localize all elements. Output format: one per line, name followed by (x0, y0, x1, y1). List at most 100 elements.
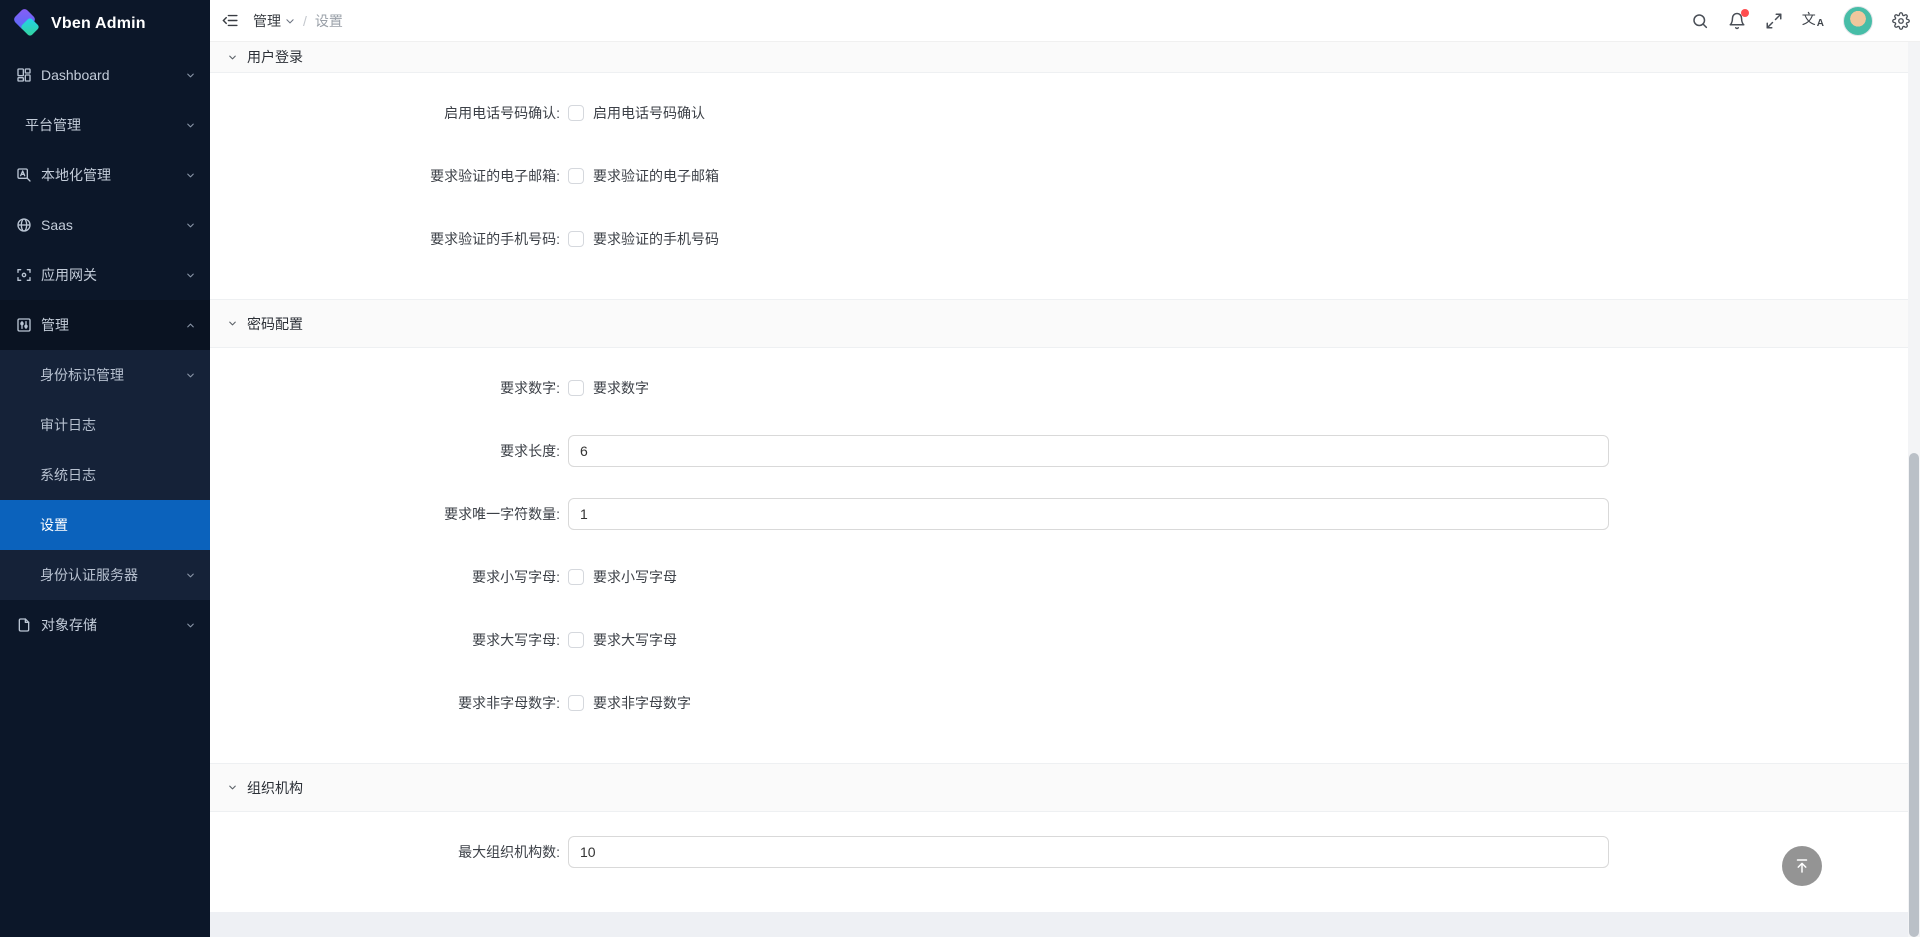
checkbox-label[interactable]: 要求数字 (593, 378, 649, 398)
section-title: 用户登录 (247, 47, 303, 67)
section-header-organization[interactable]: 组织机构 (210, 763, 1908, 812)
checkbox[interactable] (568, 380, 584, 396)
field-label: 要求验证的手机号码: (210, 229, 568, 249)
checkbox-label[interactable]: 要求小写字母 (593, 567, 677, 587)
checkbox-label[interactable]: 要求非字母数字 (593, 693, 691, 713)
bell-icon[interactable] (1728, 12, 1746, 30)
checkbox[interactable] (568, 105, 584, 121)
field-label: 要求非字母数字: (210, 693, 568, 713)
chevron-up-icon (185, 320, 196, 331)
section-header-password-config[interactable]: 密码配置 (210, 299, 1908, 348)
sidebar-item-dashboard[interactable]: Dashboard (0, 50, 210, 100)
text-input[interactable] (568, 435, 1609, 467)
sidebar-item-label: 身份认证服务器 (40, 565, 138, 585)
sidebar-item-platform-mgmt[interactable]: 平台管理 (0, 100, 210, 150)
sidebar-item-saas[interactable]: Saas (0, 200, 210, 250)
sidebar-item-audit-logs[interactable]: 审计日志 (0, 400, 210, 450)
gateway-icon (16, 267, 32, 283)
sidebar-menu: Dashboard 平台管理本地化管理 Saas 应用网关管理身份标识管理审计日志系统… (0, 48, 210, 650)
checkbox-label[interactable]: 要求验证的手机号码 (593, 229, 719, 249)
dashboard-icon (16, 67, 32, 83)
breadcrumb: 管理 / 设置 (253, 11, 343, 31)
sidebar-item-label: 本地化管理 (41, 165, 111, 185)
globe-icon (16, 217, 32, 233)
sidebar-item-system-logs[interactable]: 系统日志 (0, 450, 210, 500)
form-row: 要求验证的手机号码: 要求验证的手机号码 (210, 223, 1908, 255)
sidebar-item-management[interactable]: 管理 (0, 300, 210, 350)
checkbox[interactable] (568, 231, 584, 247)
form-row: 启用电话号码确认:启用电话号码确认 (210, 97, 1908, 129)
notification-dot (1741, 9, 1749, 17)
breadcrumb-label: 管理 (253, 11, 281, 31)
chevron-down-icon (227, 782, 238, 793)
sidebar-fold-icon[interactable] (222, 12, 239, 29)
chevron-down-icon (185, 620, 196, 631)
sidebar-item-label: 管理 (41, 315, 69, 335)
sidebar-item-settings[interactable]: 设置 (0, 500, 210, 550)
main-content: 用户登录启用电话号码确认:启用电话号码确认要求验证的电子邮箱: 要求验证的电子邮箱… (210, 42, 1908, 937)
sidebar-item-localization[interactable]: 本地化管理 (0, 150, 210, 200)
logo[interactable]: Vben Admin (0, 0, 210, 48)
form-row: 要求大写字母: 要求大写字母 (210, 624, 1908, 656)
sidebar-item-label: 平台管理 (25, 115, 81, 135)
user-avatar[interactable] (1843, 6, 1873, 36)
checkbox-label[interactable]: 要求大写字母 (593, 630, 677, 650)
sidebar-item-auth-server[interactable]: 身份认证服务器 (0, 550, 210, 600)
field-label: 要求小写字母: (210, 567, 568, 587)
section-header-user-login[interactable]: 用户登录 (210, 42, 1908, 73)
sidebar-item-identity-mgmt[interactable]: 身份标识管理 (0, 350, 210, 400)
breadcrumb-item-management[interactable]: 管理 (253, 11, 295, 31)
translate-glyph: 文 (1802, 12, 1816, 26)
chevron-down-icon (185, 570, 196, 581)
translate-icon[interactable]: 文A (1802, 12, 1824, 29)
sidebar-item-object-storage[interactable]: 对象存储 (0, 600, 210, 650)
form-row: 要求唯一字符数量: (210, 498, 1908, 530)
checkbox[interactable] (568, 569, 584, 585)
sidebar-item-label: 对象存储 (41, 615, 97, 635)
chevron-down-icon (227, 52, 238, 63)
search-icon[interactable] (1691, 12, 1709, 30)
field-label: 要求长度: (210, 441, 568, 461)
field-label: 要求验证的电子邮箱: (210, 166, 568, 186)
scrollbar-thumb[interactable] (1909, 453, 1919, 937)
form-row: 要求小写字母: 要求小写字母 (210, 561, 1908, 593)
scrollbar (1908, 42, 1920, 937)
chevron-down-icon (185, 120, 196, 131)
field-label: 最大组织机构数: (210, 842, 568, 862)
section-title: 密码配置 (247, 314, 303, 334)
text-input[interactable] (568, 498, 1609, 530)
checkbox-label[interactable]: 启用电话号码确认 (593, 103, 705, 123)
sidebar-item-label: 审计日志 (40, 415, 96, 435)
sidebar: Vben Admin Dashboard 平台管理本地化管理 Saas 应用网关管理身… (0, 0, 210, 937)
fullscreen-icon[interactable] (1765, 12, 1783, 30)
checkbox[interactable] (568, 695, 584, 711)
breadcrumb-separator: / (303, 13, 307, 29)
field-label: 要求数字: (210, 378, 568, 398)
chevron-down-icon (185, 270, 196, 281)
checkbox-label[interactable]: 要求验证的电子邮箱 (593, 166, 719, 186)
chevron-down-icon (185, 70, 196, 81)
sidebar-item-label: Saas (41, 217, 73, 233)
sidebar-item-label: Dashboard (41, 67, 110, 83)
checkbox[interactable] (568, 168, 584, 184)
chevron-down-icon (281, 13, 295, 29)
field-label: 要求大写字母: (210, 630, 568, 650)
sidebar-item-app-gateway[interactable]: 应用网关 (0, 250, 210, 300)
field-label: 要求唯一字符数量: (210, 504, 568, 524)
text-input[interactable] (568, 836, 1609, 868)
gear-icon[interactable] (1892, 12, 1910, 30)
top-bar: 管理 / 设置 文A (210, 0, 1920, 42)
chevron-down-icon (185, 170, 196, 181)
form-row: 要求长度: (210, 435, 1908, 467)
breadcrumb-item-settings: 设置 (315, 11, 343, 31)
app-title: Vben Admin (51, 15, 146, 33)
chevron-down-icon (185, 370, 196, 381)
header-actions: 文A (1691, 6, 1920, 36)
chevron-down-icon (227, 318, 238, 329)
checkbox[interactable] (568, 632, 584, 648)
sidebar-item-label: 应用网关 (41, 265, 97, 285)
back-to-top-icon (1793, 857, 1811, 875)
section-title: 组织机构 (247, 778, 303, 798)
section-body-password-config: 要求数字:要求数字要求长度:要求唯一字符数量:要求小写字母:要求小写字母要求大写… (210, 348, 1908, 763)
back-to-top-button[interactable] (1782, 846, 1822, 886)
